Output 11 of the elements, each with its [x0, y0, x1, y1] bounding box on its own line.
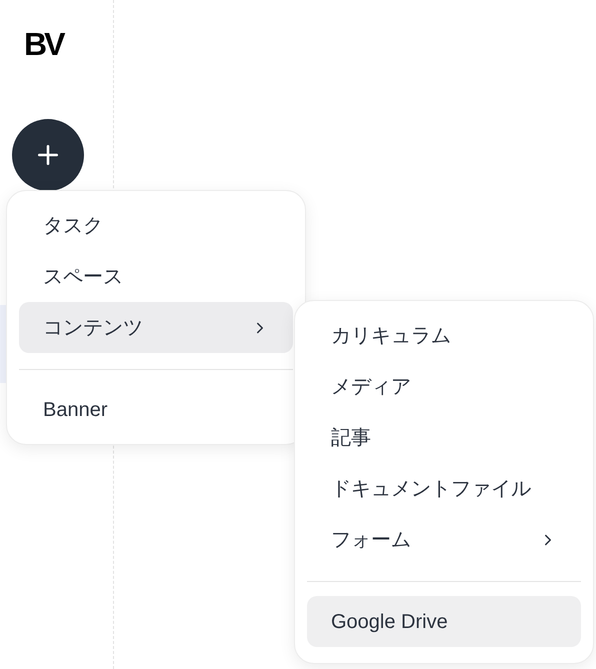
logo: BV [24, 28, 62, 60]
menu-item[interactable]: スペース [19, 251, 293, 302]
menu-item[interactable]: Banner [19, 384, 293, 435]
menu-item[interactable]: タスク [19, 200, 293, 251]
menu-item[interactable]: メディア [307, 361, 581, 412]
menu-item[interactable]: Google Drive [307, 596, 581, 647]
menu-item[interactable]: ドキュメントファイル [307, 463, 581, 514]
menu-item[interactable]: カリキュラム [307, 310, 581, 361]
menu-item[interactable]: フォーム [307, 514, 581, 565]
menu-item[interactable]: コンテンツ [19, 302, 293, 353]
menu-item[interactable]: 記事 [307, 412, 581, 463]
